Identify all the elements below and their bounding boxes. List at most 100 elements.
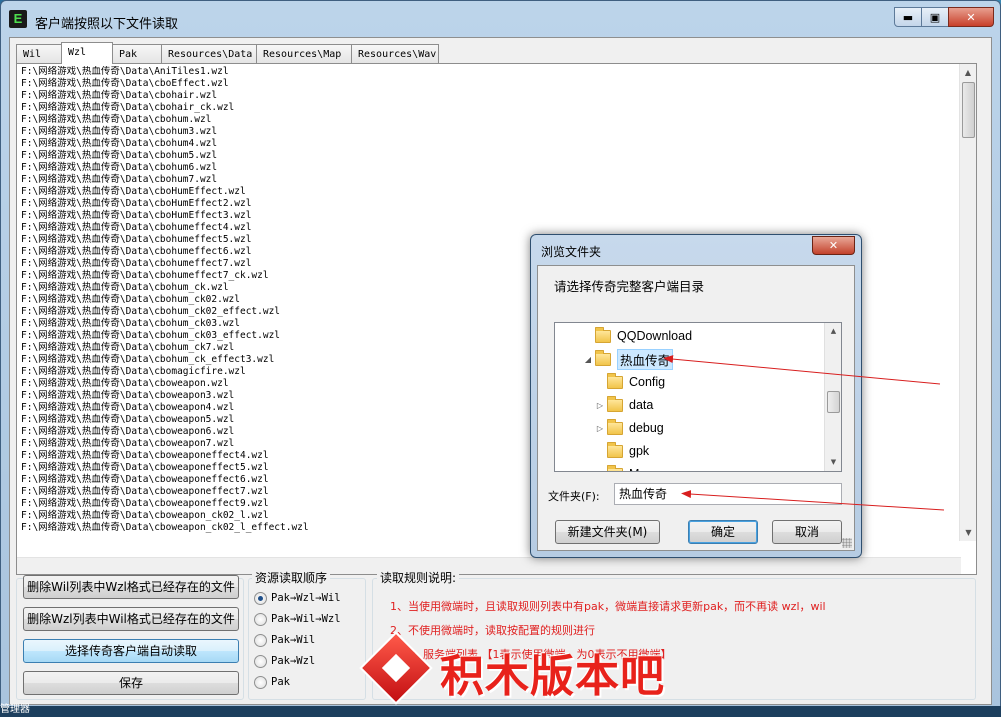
dialog-prompt: 请选择传奇完整客户端目录 [554,279,705,294]
watermark-logo: 积木版本吧 [359,631,664,712]
list-item[interactable]: F:\网络游戏\热血传奇\Data\cboHumEffect3.wzl [21,210,951,222]
folder-icon [595,349,611,366]
close-button[interactable]: ✕ [948,7,994,27]
list-item[interactable]: F:\网络游戏\热血传奇\Data\cbohum5.wzl [21,150,951,162]
tree-item[interactable]: gpk [595,440,649,462]
list-item[interactable]: F:\网络游戏\热血传奇\Data\cbohum.wzl [21,114,951,126]
read-order-option-label: Pak→Wzl→Wil [271,592,341,604]
taskbar [0,706,1001,717]
tree-item-label: Config [629,375,666,389]
list-item[interactable]: F:\网络游戏\热血传奇\Data\cbohair.wzl [21,90,951,102]
tree-item[interactable]: Config [595,371,665,393]
expander-icon[interactable]: ▷ [595,424,605,433]
folder-input[interactable]: 热血传奇 [614,483,842,505]
read-order-option-label: Pak→Wzl [271,655,316,667]
horizontal-scrollbar[interactable] [17,557,961,574]
vertical-scrollbar[interactable]: ▲ ▼ [959,64,976,541]
expander-icon[interactable]: ▷ [595,470,605,472]
list-item[interactable]: F:\网络游戏\热血传奇\Data\cboHumEffect.wzl [21,186,951,198]
tree-item-label: gpk [629,444,650,458]
ok-button[interactable]: 确定 [688,520,758,544]
browse-folder-dialog: 浏览文件夹 ✕ 请选择传奇完整客户端目录 QQDownload ◢ 热血传奇 Conf… [530,234,862,558]
tree-item-label: data [629,398,654,412]
tree-scrollbar[interactable]: ▲ ▼ [824,323,841,471]
scroll-up-arrow-icon[interactable]: ▲ [960,64,976,81]
tree-item[interactable]: ◢ 热血传奇 [583,348,674,370]
title-bar[interactable]: E 客户端按照以下文件读取 ▬ ▣ ✕ [1,1,1000,35]
window-title: 客户端按照以下文件读取 [35,17,179,32]
tab-resources-data[interactable]: Resources\Data [161,44,257,64]
tab-resources-map[interactable]: Resources\Map [256,44,352,64]
minimize-button[interactable]: ▬ [894,7,922,27]
save-button[interactable]: 保存 [23,671,239,695]
dialog-title: 浏览文件夹 [541,245,602,259]
cancel-button[interactable]: 取消 [772,520,842,544]
tab-wil[interactable]: Wil [16,44,62,64]
taskbar-label: 管理器 [0,704,30,715]
auto-read-button[interactable]: 选择传奇客户端自动读取 [23,639,239,663]
window-controls: ▬ ▣ ✕ [894,7,994,27]
rules-title: 读取规则说明: [377,569,460,586]
radio-icon[interactable] [254,612,267,626]
expander-icon[interactable]: ◢ [583,355,593,364]
list-item[interactable]: F:\网络游戏\热血传奇\Data\cbohair_ck.wzl [21,102,951,114]
folder-tree[interactable]: QQDownload◢热血传奇Config▷data▷debuggpk▷M ▲ … [554,322,842,472]
list-item[interactable]: F:\网络游戏\热血传奇\Data\cboHumEffect2.wzl [21,198,951,210]
folder-icon [595,326,611,343]
rule-line-1: 1、当使用微端时，且读取规则列表中有pak，微端直接请求更新pak，而不再读 w… [390,600,826,613]
expander-icon[interactable]: ▷ [595,401,605,410]
tab-pak[interactable]: Pak [112,44,162,64]
read-order-option[interactable]: Pak→Wil [254,630,315,650]
tree-item-label: M [629,467,639,471]
list-item[interactable]: F:\网络游戏\热血传奇\Data\AniTiles1.wzl [21,66,951,78]
read-order-title: 资源读取顺序 [252,569,331,586]
tree-scroll-thumb[interactable] [827,391,840,413]
read-order-option[interactable]: Pak→Wzl [254,651,315,671]
read-order-option-label: Pak→Wil [271,634,316,646]
read-order-option[interactable]: Pak→Wil→Wzl [254,609,341,629]
folder-icon [607,441,623,458]
scroll-thumb[interactable] [962,82,975,138]
tree-item[interactable]: QQDownload [583,325,692,347]
dialog-client: 请选择传奇完整客户端目录 QQDownload ◢ 热血传奇 Config ▷ data ▷… [537,265,855,551]
watermark-text: 积木版本吧 [440,651,665,702]
resize-grip-icon[interactable] [842,538,852,548]
folder-icon [607,464,623,471]
tab-resources-wav[interactable]: Resources\Wav [351,44,439,64]
read-order-options: Pak→Wzl→Wil Pak→Wil→Wzl Pak→Wil Pak→Wzl Pak [254,588,364,698]
read-order-option[interactable]: Pak→Wzl→Wil [254,588,341,608]
folder-icon [607,372,623,389]
list-item[interactable]: F:\网络游戏\热血传奇\Data\cbohumeffect4.wzl [21,222,951,234]
radio-icon[interactable] [254,654,267,668]
tree-item-label: QQDownload [617,329,693,343]
tree-item-label: 热血传奇 [617,348,674,370]
list-item[interactable]: F:\网络游戏\热血传奇\Data\cbohum7.wzl [21,174,951,186]
list-item[interactable]: F:\网络游戏\热血传奇\Data\cbohum4.wzl [21,138,951,150]
maximize-button[interactable]: ▣ [921,7,949,27]
list-item[interactable]: F:\网络游戏\热血传奇\Data\cbohum3.wzl [21,126,951,138]
delete-wil-button[interactable]: 删除Wil列表中Wzl格式已经存在的文件 [23,575,239,599]
radio-icon[interactable] [254,675,267,689]
read-order-option[interactable]: Pak [254,672,290,692]
app-icon: E [9,10,27,28]
read-order-option-label: Pak→Wil→Wzl [271,613,341,625]
tree-scroll-up-icon[interactable]: ▲ [825,323,841,340]
radio-checked-icon[interactable] [254,591,267,605]
tree-item[interactable]: ▷M [595,463,639,472]
delete-wzl-button[interactable]: 删除Wzl列表中Wil格式已经存在的文件 [23,607,239,631]
new-folder-button[interactable]: 新建文件夹(M) [555,520,660,544]
tab-wzl[interactable]: Wzl [61,42,113,64]
folder-field-label: 文件夹(F): [548,490,600,503]
radio-icon[interactable] [254,633,267,647]
folder-icon [607,395,623,412]
tree-scroll-down-icon[interactable]: ▼ [825,454,841,471]
dialog-close-button[interactable]: ✕ [812,236,855,255]
scroll-down-arrow-icon[interactable]: ▼ [960,524,977,541]
tree-item-label: debug [629,421,664,435]
tree-item[interactable]: ▷ data [595,394,653,416]
read-order-option-label: Pak [271,676,290,688]
list-item[interactable]: F:\网络游戏\热血传奇\Data\cboEffect.wzl [21,78,951,90]
list-item[interactable]: F:\网络游戏\热血传奇\Data\cbohum6.wzl [21,162,951,174]
tree-item[interactable]: ▷ debug [595,417,664,439]
tab-strip: Wil Wzl Pak Resources\Data Resources\Map Reso… [16,42,439,64]
